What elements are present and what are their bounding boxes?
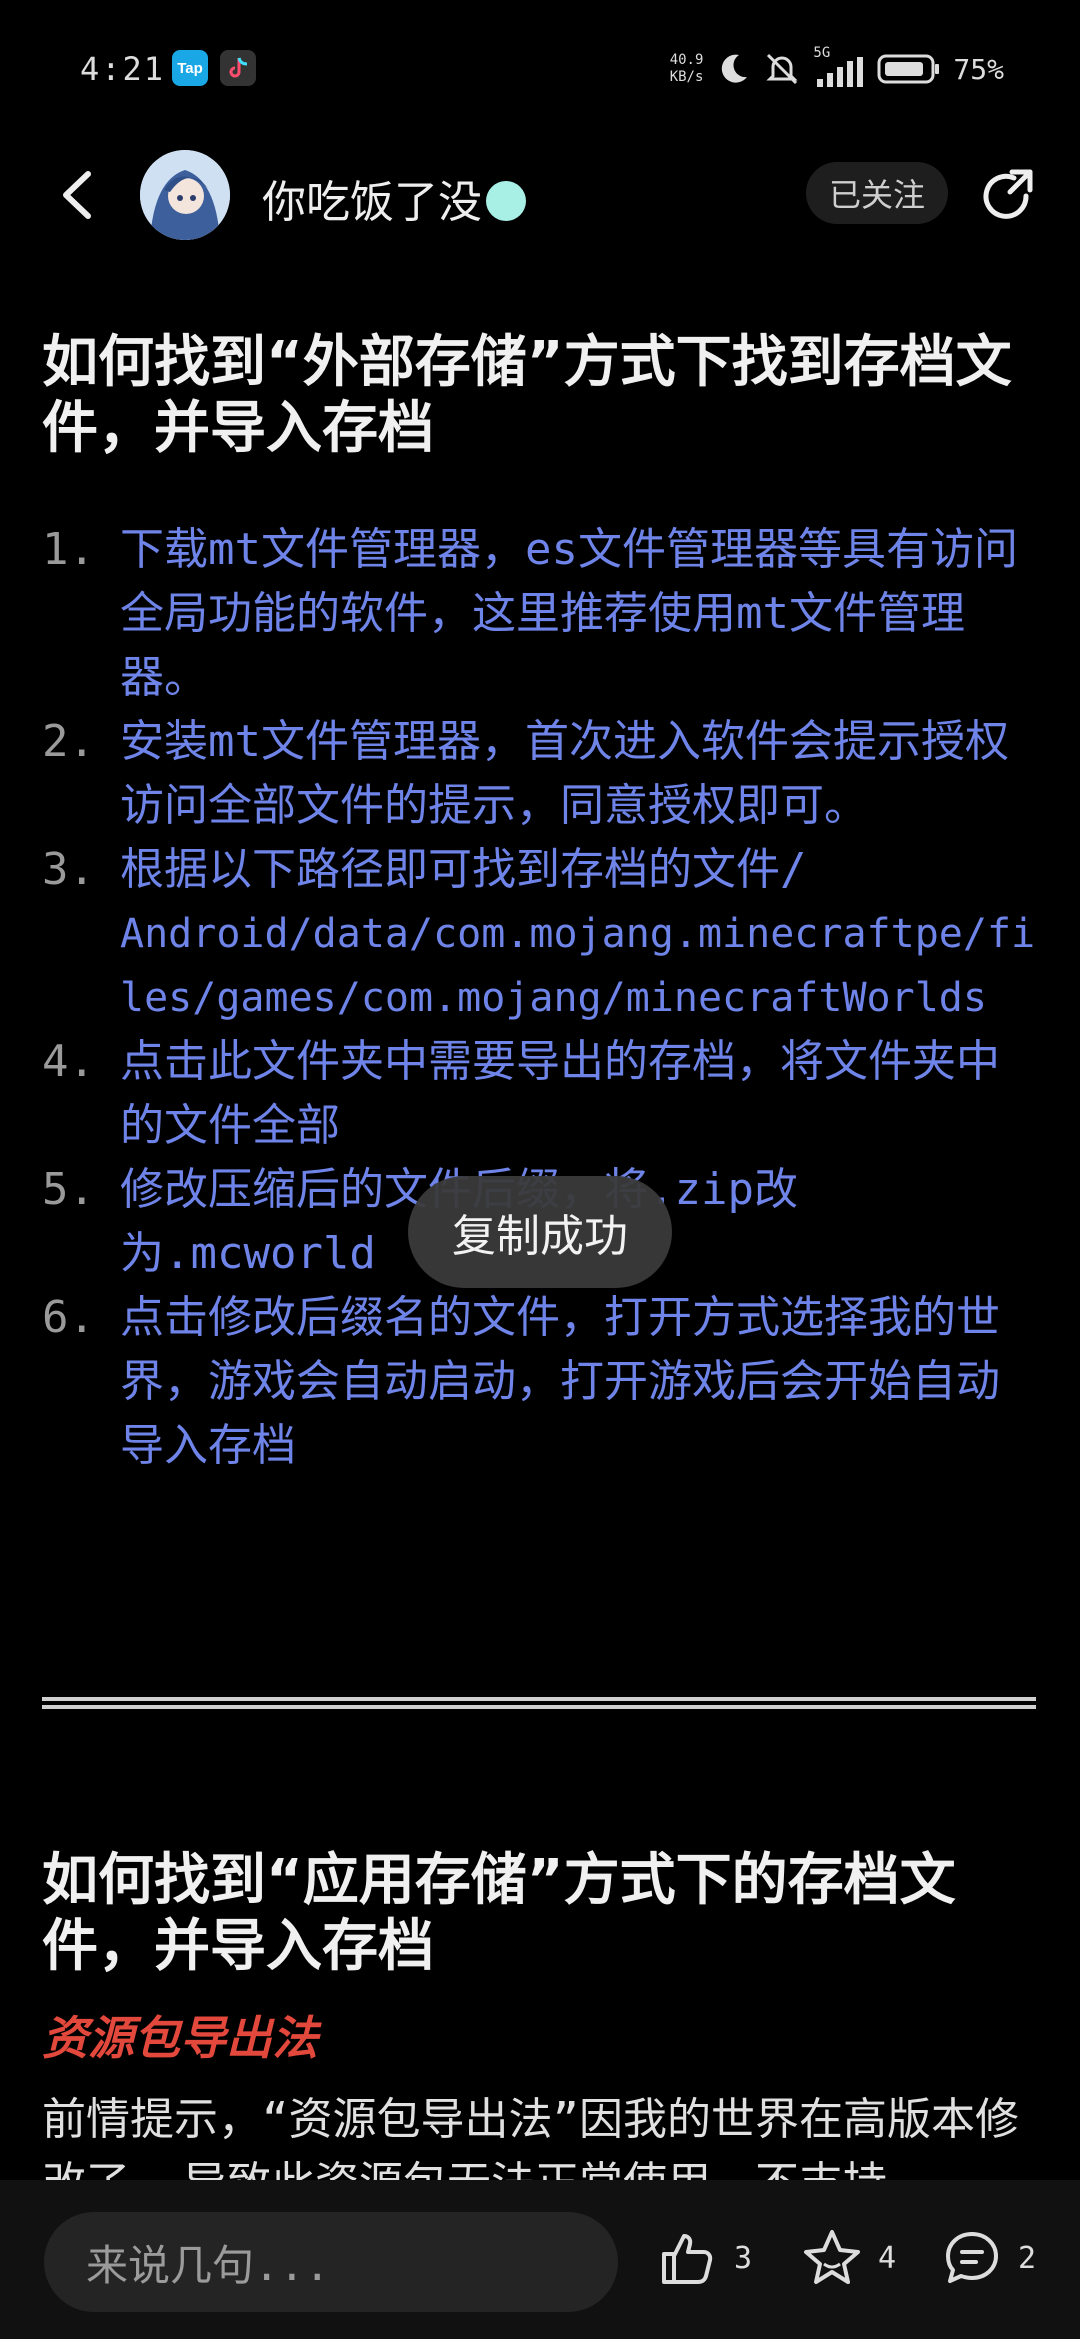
list-item[interactable]: 6. 点击修改后缀名的文件，打开方式选择我的世界，游戏会自动启动，打开游戏后会开…	[42, 1286, 1042, 1478]
favorite-count: 4	[878, 2240, 897, 2276]
favorite-button[interactable]: 4	[800, 2222, 896, 2294]
battery-percent: 75%	[953, 52, 1004, 86]
comment-count: 2	[1018, 2240, 1037, 2276]
verified-badge-icon	[486, 181, 526, 221]
network-speed: 40.9 KB/s	[669, 52, 704, 85]
tiktok-app-icon	[220, 50, 256, 86]
avatar[interactable]	[140, 150, 230, 240]
avatar-image	[140, 150, 230, 240]
author-name[interactable]: 你吃饭了没	[262, 166, 526, 230]
comment-bubble-icon	[946, 2232, 998, 2283]
section-divider	[42, 1697, 1036, 1709]
like-button[interactable]: 3	[656, 2222, 752, 2294]
tap-app-icon: Tap	[172, 50, 208, 86]
thumbs-up-icon	[662, 2234, 713, 2284]
bottom-action-bar: 来说几句... 3 4 2	[0, 2180, 1080, 2339]
section-title-external: 如何找到“外部存储”方式下找到存档文件，并导入存档	[42, 330, 1012, 461]
list-item[interactable]: 2. 安装mt文件管理器，首次进入软件会提示授权访问全部文件的提示，同意授权即可…	[42, 710, 1042, 838]
share-icon	[983, 169, 1033, 219]
list-item[interactable]: 1. 下载mt文件管理器，es文件管理器等具有访问全局功能的软件，这里推荐使用m…	[42, 518, 1042, 710]
signal-icon: 5G	[813, 45, 865, 89]
list-item[interactable]: 3. 根据以下路径即可找到存档的文件/ Android/data/com.moj…	[42, 838, 1042, 1030]
section-title-app-storage: 如何找到“应用存储”方式下的存档文件，并导入存档	[42, 1848, 956, 1979]
subheading: 资源包导出法	[42, 2011, 318, 2065]
toast-message: 复制成功	[408, 1176, 672, 1288]
back-button[interactable]	[48, 162, 104, 228]
share-button[interactable]	[978, 166, 1038, 226]
comment-button[interactable]: 2	[940, 2222, 1036, 2294]
storage-path[interactable]: Android/data/com.mojang.minecraftpe/file…	[120, 902, 1042, 1030]
comment-input[interactable]: 来说几句...	[44, 2212, 618, 2312]
article-section-external: 如何找到“外部存储”方式下找到存档文件，并导入存档 1. 下载mt文件管理器，e…	[42, 330, 1042, 1478]
status-time: 4:21	[80, 50, 166, 88]
mute-bell-icon	[766, 53, 799, 85]
article-section-app-storage: 如何找到“应用存储”方式下的存档文件，并导入存档 资源包导出法 前情提示，“资源…	[42, 1848, 1042, 2216]
post-header: 你吃饭了没 已关注	[0, 140, 1080, 250]
chevron-left-icon	[63, 171, 91, 219]
list-item[interactable]: 4. 点击此文件夹中需要导出的存档，将文件夹中的文件全部	[42, 1030, 1042, 1158]
battery-icon	[877, 54, 940, 84]
status-bar: 4:21 Tap 40.9 KB/s 5G 75%	[0, 0, 1080, 140]
like-count: 3	[734, 2240, 753, 2276]
moon-icon	[722, 54, 748, 83]
follow-button[interactable]: 已关注	[806, 162, 948, 224]
status-indicators: 40.9 KB/s 5G 75%	[670, 44, 1004, 94]
star-icon	[804, 2230, 860, 2284]
steps-list: 1. 下载mt文件管理器，es文件管理器等具有访问全局功能的软件，这里推荐使用m…	[42, 518, 1042, 1478]
